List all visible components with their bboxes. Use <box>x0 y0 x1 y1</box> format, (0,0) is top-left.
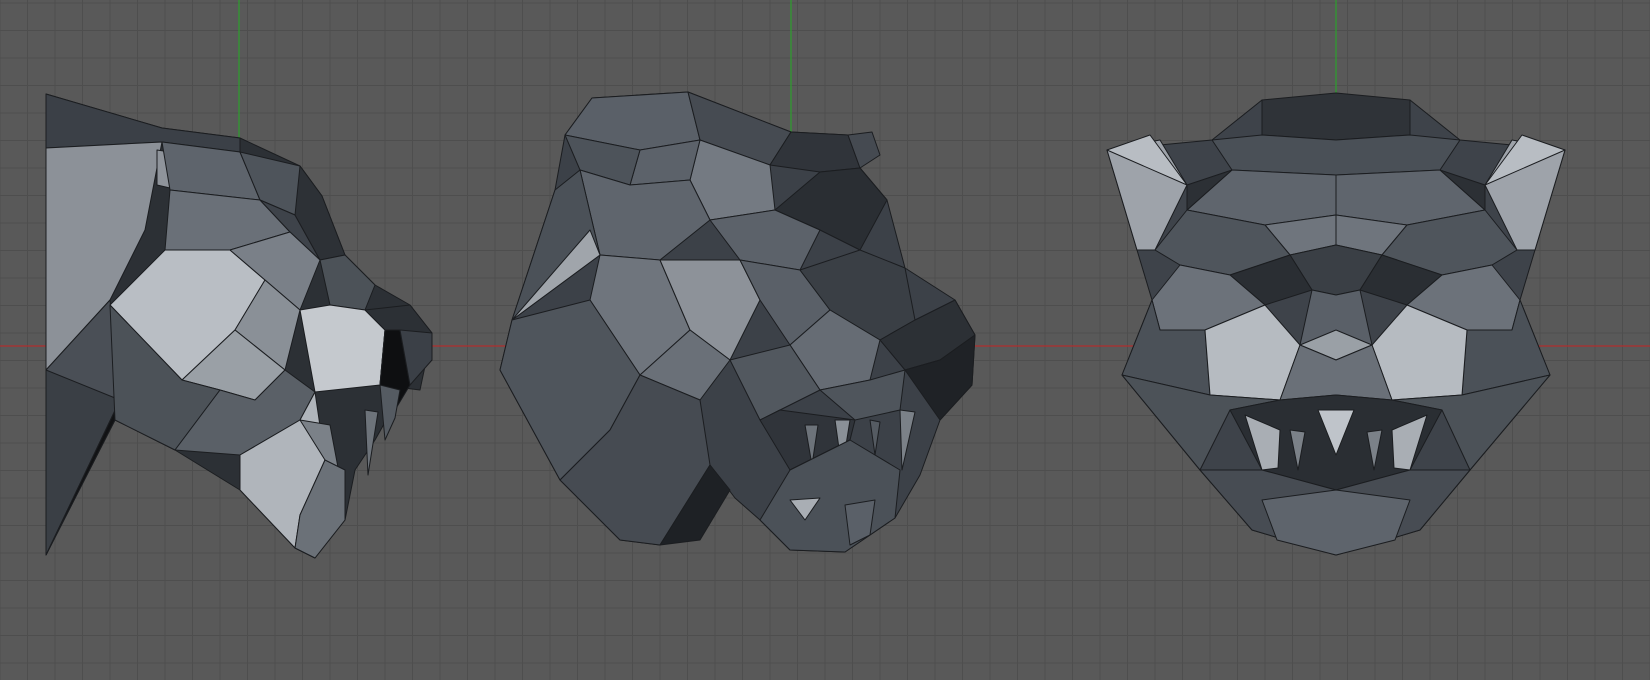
panther-three-quarter-view-model[interactable] <box>499 91 976 553</box>
viewport-canvas[interactable] <box>0 0 1650 680</box>
3d-viewport[interactable] <box>0 0 1650 680</box>
panther-front-view-model[interactable] <box>1106 92 1566 556</box>
panther-side-view-model[interactable] <box>45 93 433 559</box>
